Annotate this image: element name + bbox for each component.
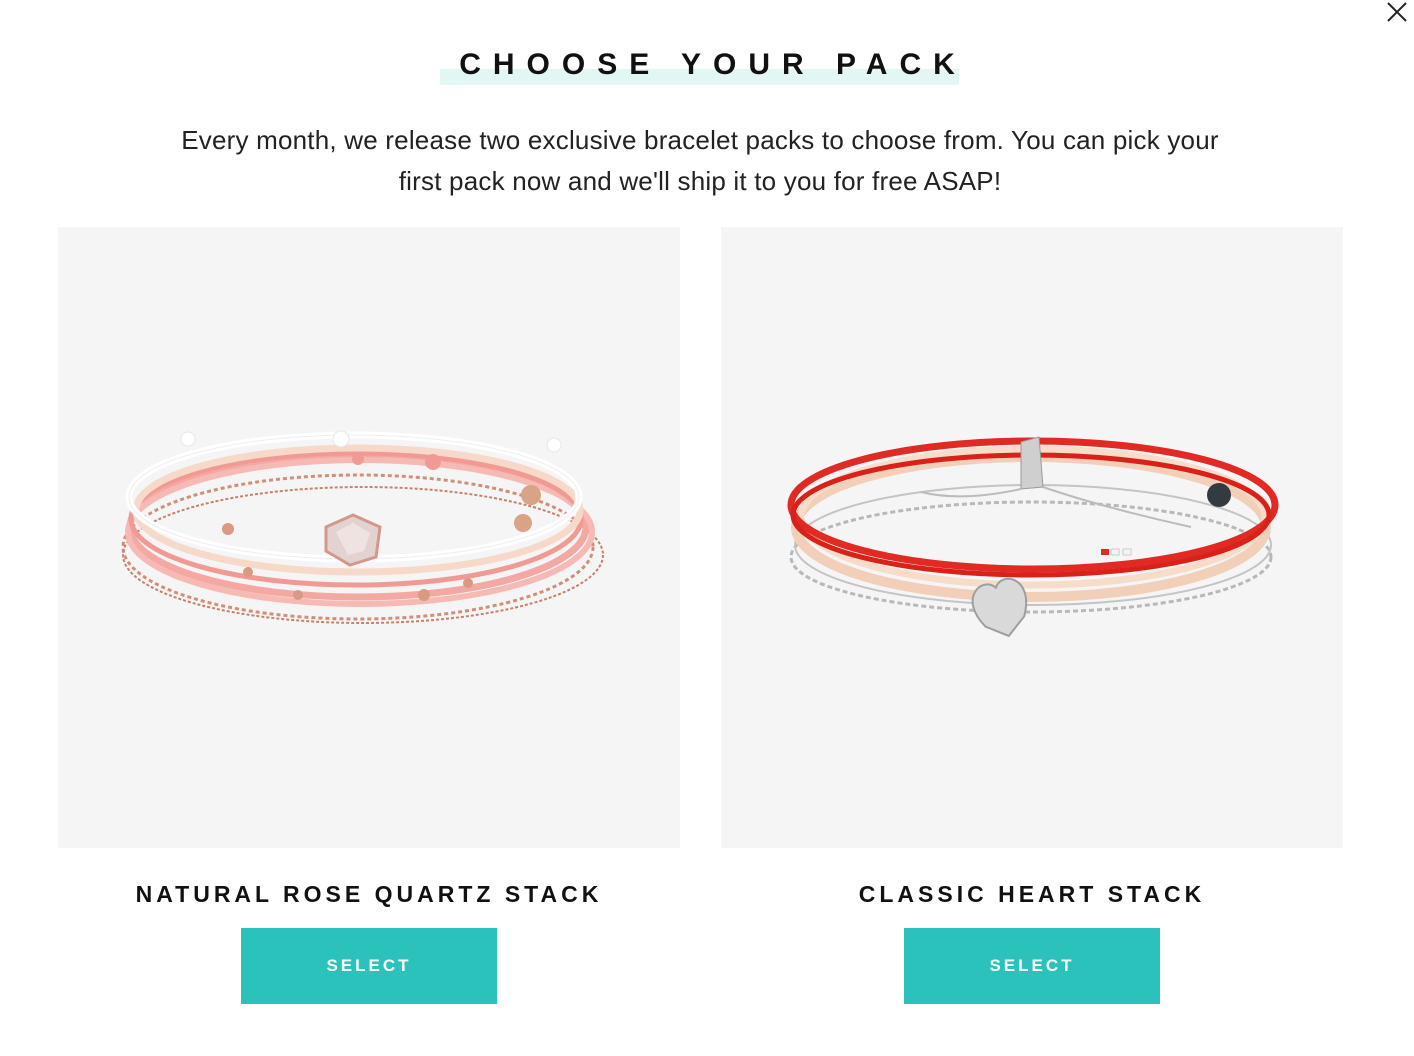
pack-card-rose-quartz: NATURAL ROSE QUARTZ STACK SELECT: [58, 227, 680, 1004]
pack-card-classic-heart: CLASSIC HEART STACK SELECT: [721, 227, 1343, 1004]
pack-name: CLASSIC HEART STACK: [858, 881, 1206, 907]
bracelet-image: [121, 430, 604, 624]
page-title: CHOOSE YOUR PACK: [459, 48, 967, 81]
pack-name: NATURAL ROSE QUARTZ STACK: [135, 881, 603, 907]
select-button-rose-quartz[interactable]: SELECT: [241, 928, 497, 1004]
bracelet-image: [787, 436, 1279, 638]
pack-selection-modal: CHOOSE YOUR PACK Every month, we release…: [0, 0, 1414, 1056]
select-button-classic-heart[interactable]: SELECT: [904, 928, 1160, 1004]
pack-image-classic-heart[interactable]: [721, 227, 1343, 848]
close-button[interactable]: [1382, 0, 1412, 30]
page-subtitle: Every month, we release two exclusive br…: [181, 125, 1219, 196]
pack-image-rose-quartz[interactable]: [58, 227, 680, 848]
close-icon[interactable]: [1382, 0, 1412, 30]
